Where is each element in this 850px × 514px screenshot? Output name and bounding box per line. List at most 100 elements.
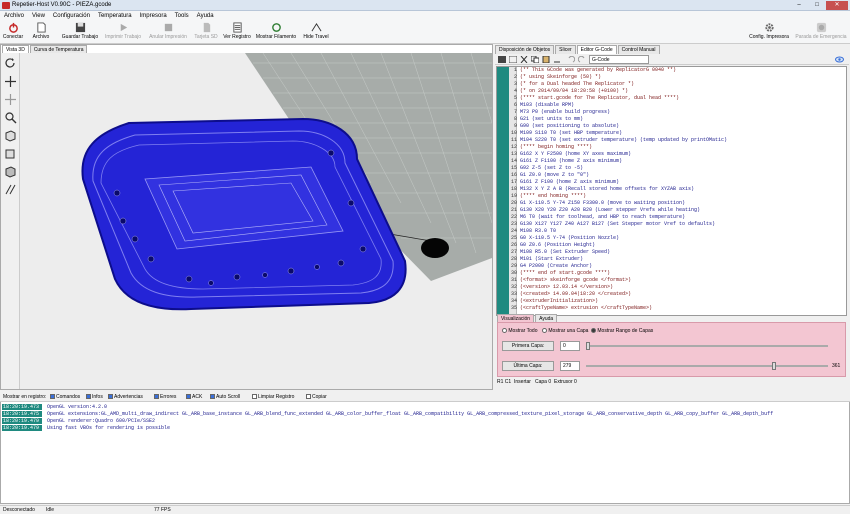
copy-icon [306,394,311,400]
front-view-icon[interactable] [4,147,17,160]
last-layer-button[interactable]: Última Capa: [502,361,554,371]
autoscroll-toggle[interactable]: Auto Scroll [210,393,240,401]
commands-toggle[interactable]: Comandos [50,393,80,401]
last-layer-slider-track[interactable] [586,365,828,367]
move-icon[interactable] [4,75,17,88]
errors-toggle[interactable]: Errores [154,393,176,401]
last-layer-slider-handle[interactable] [772,362,777,370]
tab-object-placement[interactable]: Disposición de Objetos [495,45,555,54]
redo-icon[interactable] [578,56,586,63]
minimize-button[interactable]: – [790,1,808,10]
show-filament-button[interactable]: Mostrar Filamento [255,22,297,44]
printer-config-button[interactable]: Config. Impresora [746,22,792,44]
code-line: 20 G1 X-110.5 Y-74 Z150 F3300.0 (move to … [497,200,846,207]
eye-icon[interactable] [835,56,844,63]
show-layer-range-radio[interactable]: Mostrar Rango de Capas [591,328,653,334]
menu-impresora[interactable]: Impresora [136,11,171,21]
gcode-editor[interactable]: 1 (** This GCode was generated by Replica… [496,66,847,316]
menu-archivo[interactable]: Archivo [0,11,28,21]
code-text: (* for a Dual headed The Replicator *) [520,81,635,87]
first-layer-slider-handle[interactable] [586,342,590,350]
code-text: M101 (Start Extruder) [520,256,584,262]
tab-slicer[interactable]: Slicer [555,45,576,54]
gcode-file-select[interactable]: G-Code [589,55,649,64]
clear-log-label: Limpiar Registro [258,394,295,400]
move-object-icon[interactable] [4,93,17,106]
hide-travel-label: Hide Travel [303,34,329,40]
log-message: OpenGL version:4.2.0 [47,404,108,410]
save-job-label: Guardar Trabajo [61,34,99,40]
menu-view[interactable]: View [28,11,49,21]
code-line: 27 M108 R5.0 (Set Extruder Speed) [497,249,846,256]
first-layer-input[interactable]: 0 [560,341,580,351]
open-icon[interactable] [509,56,517,63]
sd-card-icon [203,22,210,33]
line-number: 21 [510,207,517,213]
code-line: 10 M109 S110 T0 (set HBP temperature) [497,130,846,137]
insert-mode: Insertar [514,379,531,385]
show-all-radio[interactable]: Mostrar Todo [502,328,537,334]
cancel-print-button[interactable]: Anular Impresión [147,22,189,44]
copy-icon[interactable] [531,56,539,63]
checkbox-icon [154,394,159,400]
show-one-layer-radio[interactable]: Mostrar una Capa [542,328,588,334]
save-icon[interactable] [498,56,506,63]
close-button[interactable]: ✕ [826,1,848,10]
undo-icon[interactable] [567,56,575,63]
line-number: 4 [513,88,517,94]
clear-log-button[interactable]: Limpiar Registro [252,393,294,401]
line-number: 27 [510,249,517,255]
save-job-button[interactable]: Guardar Trabajo [60,22,100,44]
parallel-view-icon[interactable] [4,183,17,196]
code-text: (<format> skeinforge gcode </format>) [520,277,632,283]
power-icon [8,22,18,33]
line-number: 1 [513,67,517,73]
tab-manual-control[interactable]: Control Manual [617,45,660,54]
log-line: 18:20:19.473 OpenGL version:4.2.0 [0,404,850,410]
line-number: 13 [510,151,517,157]
line-number: 11 [510,137,517,143]
tab-gcode-editor[interactable]: Editor G-Code [576,45,617,54]
copy-log-button[interactable]: Copiar [306,393,327,401]
menu-tools[interactable]: Tools [171,11,193,21]
print-job-button[interactable]: Imprimir Trabajo [103,22,143,44]
code-text: G1 Z0.0 (move Z to "0") [520,172,590,178]
iso-view-icon[interactable] [4,129,17,142]
cut-icon[interactable] [520,56,528,63]
code-text: G130 X20 Y20 Z20 A20 B20 (Lower stepper … [520,207,701,213]
line-number: 24 [510,228,517,234]
code-line: 1 (** This GCode was generated by Replica… [497,67,846,74]
log-message: OpenGL extensions:GL_AMD_multi_draw_indi… [47,411,774,417]
hide-travel-button[interactable]: Hide Travel [300,22,332,44]
file-button[interactable]: Archivo [30,22,52,44]
code-line: 9 G90 (set positioning to absolute) [497,123,846,130]
ack-toggle[interactable]: ACK [186,393,202,401]
emergency-stop-label: Parada de Emergencia [795,34,847,40]
zoom-icon[interactable] [4,111,17,124]
stop-icon [164,23,172,32]
menu-configuracion[interactable]: Configuración [49,11,94,21]
last-layer-input[interactable]: 279 [560,361,580,371]
menu-temperatura[interactable]: Temperatura [94,11,136,21]
log-message: Using fast VBOs for rendering is possibl… [47,425,171,431]
view-log-button[interactable]: Ver Registro [222,22,252,44]
code-line: 26 G0 Z0.6 (Position Height) [497,242,846,249]
first-layer-button[interactable]: Primera Capa: [502,341,554,351]
log-line: 18:20:19.479 OpenGL renderer:Quadro 600/P… [0,418,850,424]
clear-icon[interactable] [553,56,561,63]
rotate-icon[interactable] [4,57,17,70]
top-view-icon[interactable] [4,165,17,178]
file-label: Archivo [32,34,50,40]
sd-card-button[interactable]: Tarjeta SD [193,22,219,44]
info-toggle[interactable]: Infos [86,393,103,401]
3d-view[interactable] [1,53,492,389]
maximize-button[interactable]: □ [808,1,826,10]
menu-ayuda[interactable]: Ayuda [193,11,218,21]
first-layer-slider-track[interactable] [586,345,828,347]
warnings-toggle[interactable]: Advertencias [108,393,143,401]
code-text: (* on 2014/09/04 18:20:58 (+0100) *) [520,88,629,94]
connect-button[interactable]: Conectar [2,22,24,44]
code-text: G4 P2000 (Create Anchor) [520,263,593,269]
emergency-stop-button[interactable]: Parada de Emergencia [794,22,848,44]
paste-icon[interactable] [542,56,550,63]
